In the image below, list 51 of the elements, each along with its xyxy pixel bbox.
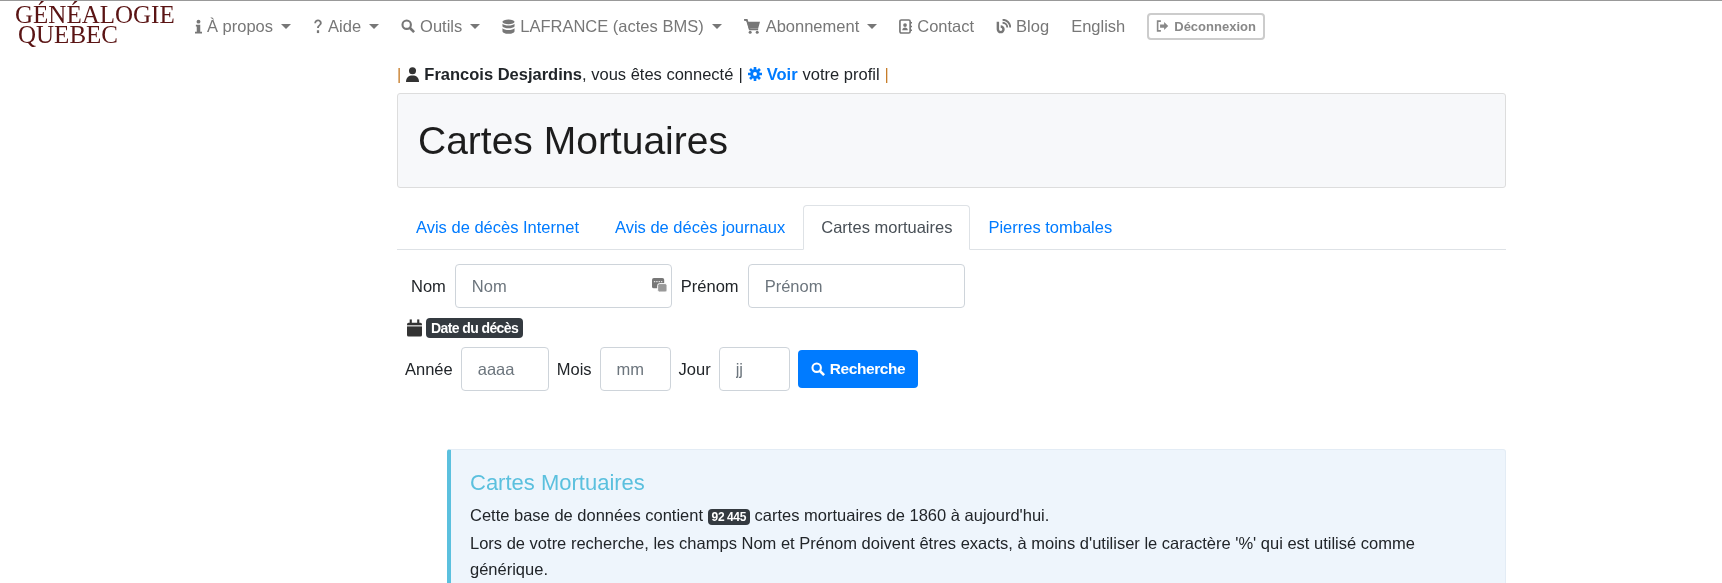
search-icon bbox=[810, 362, 825, 376]
input-field[interactable]: jj bbox=[718, 347, 790, 391]
nav-link[interactable]: Contact bbox=[899, 16, 975, 36]
input-field[interactable]: Prénom bbox=[747, 264, 965, 308]
sign-out-icon bbox=[1156, 20, 1170, 32]
nav-menu[interactable]: Outils bbox=[401, 16, 481, 36]
info-title: Cartes Mortuaires bbox=[470, 470, 646, 496]
question-icon bbox=[313, 18, 324, 34]
gear-icon bbox=[747, 67, 762, 81]
tab[interactable]: Pierres tombales bbox=[970, 205, 1131, 250]
nav-menu[interactable]: À propos bbox=[195, 16, 292, 36]
user-icon bbox=[406, 66, 420, 82]
field-label: Année bbox=[405, 359, 453, 379]
info-note: Lors de votre recherche, les champs Nom et Prénom doivent êtres exacts, à moins d'utiliser le caractère '%' qui est utilisé comme générique. bbox=[470, 533, 1416, 580]
nav-link[interactable]: Blog bbox=[996, 16, 1050, 36]
logo[interactable]: GÉNÉALOGIE QUEBEC bbox=[15, 3, 175, 49]
nav-menu[interactable]: Abonnement bbox=[743, 16, 878, 36]
tab[interactable]: Cartes mortuaires bbox=[803, 205, 971, 250]
input-field[interactable]: Nom bbox=[454, 264, 672, 308]
nav-menu[interactable]: Aide bbox=[313, 16, 380, 36]
contact-card-icon bbox=[899, 18, 913, 34]
logout-button[interactable]: Déconnexion bbox=[1147, 12, 1265, 40]
separator: | bbox=[397, 64, 402, 84]
info-text: cartes mortuaires de 1860 à aujourd'hui. bbox=[754, 506, 1050, 524]
profile-link[interactable]: Voir bbox=[766, 64, 798, 84]
cart-icon bbox=[743, 18, 761, 34]
field-label: Nom bbox=[411, 276, 446, 296]
input-field[interactable]: mm bbox=[599, 347, 671, 391]
database-icon bbox=[502, 18, 516, 34]
separator: | bbox=[884, 64, 889, 84]
link-suffix: votre profil bbox=[802, 64, 880, 84]
info-text: Cette base de données contient bbox=[470, 506, 703, 524]
field-label: Prénom bbox=[680, 276, 739, 296]
blog-icon bbox=[996, 18, 1012, 34]
tab[interactable]: Avis de décès Internet bbox=[398, 205, 597, 250]
date-label: Date du décès bbox=[426, 318, 524, 338]
keyboard-icon bbox=[651, 277, 667, 292]
calendar-icon bbox=[407, 319, 422, 337]
nav-menu[interactable]: LAFRANCE (actes BMS) bbox=[502, 16, 722, 36]
field-label: Jour bbox=[678, 359, 711, 379]
separator: | bbox=[738, 64, 743, 84]
search-button[interactable]: Recherche bbox=[797, 350, 919, 388]
input-field[interactable]: aaaa bbox=[460, 347, 549, 391]
field-label: Mois bbox=[556, 359, 592, 379]
page-title: Cartes Mortuaires bbox=[418, 118, 728, 163]
record-count: 92 445 bbox=[707, 509, 750, 525]
info-icon bbox=[195, 18, 202, 34]
tab[interactable]: Avis de décès journaux bbox=[596, 205, 804, 250]
nav-link[interactable]: English bbox=[1071, 16, 1126, 36]
user-greeting: Francois Desjardins, vous êtes connecté bbox=[424, 64, 734, 84]
search-icon bbox=[401, 19, 416, 33]
